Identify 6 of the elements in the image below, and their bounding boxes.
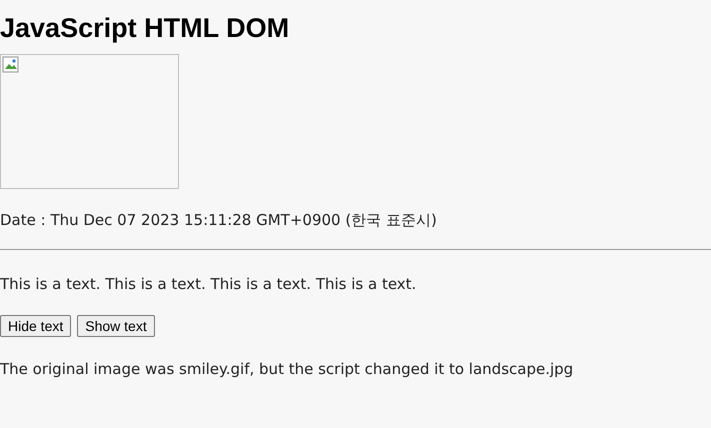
text-toggle-button[interactable]: Show text (77, 315, 155, 337)
paragraph-text: This is a text. This is a text. This is a text. This is a text. (0, 274, 416, 294)
text-toggle-button[interactable]: Hide text (0, 315, 72, 337)
date-text: Date : Thu Dec 07 2023 15:11:28 GMT+0900 (한국 표준시) (0, 210, 437, 231)
page-heading: JavaScript HTML DOM (0, 15, 290, 42)
note-text: The original image was smiley.gif, but the script changed it to landscape.jpg (0, 359, 574, 380)
